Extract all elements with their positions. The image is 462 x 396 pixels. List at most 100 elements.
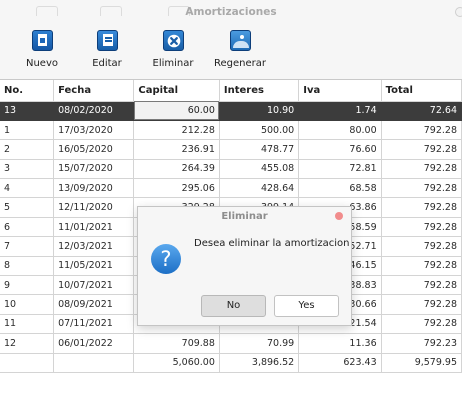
cell-no: 4	[0, 178, 55, 199]
table-row[interactable]: 3 15/07/2020 264.39 455.08 72.81 792.28	[0, 159, 462, 180]
cell-total: 792.28	[381, 236, 462, 257]
edit-document-icon	[96, 30, 118, 51]
cell-iva: 1.74	[298, 101, 382, 121]
delete-button-label: Eliminar	[152, 58, 194, 69]
total-cell-interes: 3,896.52	[219, 353, 300, 373]
cell-no: 11	[0, 314, 55, 335]
dialog-title: Eliminar	[221, 211, 268, 222]
cell-interes: 478.77	[219, 139, 300, 160]
cell-interes: 10.90	[219, 101, 300, 121]
cell-capital: 264.39	[133, 159, 220, 180]
regenerate-button-label: Regenerar	[214, 58, 266, 69]
cell-fecha: 07/11/2021	[53, 314, 135, 335]
total-cell-capital: 5,060.00	[133, 353, 220, 373]
cell-capital: 295.06	[133, 178, 220, 199]
cell-total: 792.28	[381, 256, 462, 277]
confirm-delete-dialog: Eliminar ? Desea eliminar la amortizacio…	[137, 206, 352, 326]
question-icon: ?	[151, 244, 181, 274]
column-header-iva[interactable]: Iva	[298, 80, 382, 102]
total-cell-no	[0, 353, 55, 373]
cell-no: 10	[0, 294, 55, 315]
cell-capital: 709.88	[133, 333, 220, 354]
cell-fecha: 15/07/2020	[53, 159, 135, 180]
cell-capital: 60.00	[133, 101, 220, 121]
cell-total: 72.64	[381, 101, 462, 121]
cell-iva: 11.36	[298, 333, 382, 354]
cell-fecha: 16/05/2020	[53, 139, 135, 160]
cell-fecha: 17/03/2020	[53, 120, 135, 141]
total-cell-iva: 623.43	[298, 353, 382, 373]
table-header-row: No. Fecha Capital Interes Iva Total	[0, 80, 462, 102]
table-row[interactable]: 12 06/01/2022 709.88 70.99 11.36 792.23	[0, 333, 462, 354]
cell-fecha: 10/07/2021	[53, 275, 135, 296]
cell-no: 7	[0, 236, 55, 257]
column-header-fecha[interactable]: Fecha	[53, 80, 135, 102]
edit-button-label: Editar	[92, 58, 122, 69]
cell-no: 13	[0, 101, 55, 121]
cell-iva: 80.00	[298, 120, 382, 141]
svg-text:?: ?	[160, 247, 171, 271]
column-header-interes[interactable]: Interes	[219, 80, 300, 102]
window-title: Amortizaciones	[185, 6, 277, 18]
cell-interes: 500.00	[219, 120, 300, 141]
window-titlebar: Amortizaciones	[0, 0, 462, 24]
cell-fecha: 13/09/2020	[53, 178, 135, 199]
toolbar: Nuevo Editar Eliminar Regenerar	[0, 24, 462, 80]
cell-total: 792.28	[381, 120, 462, 141]
cell-total: 792.28	[381, 197, 462, 218]
edit-button[interactable]: Editar	[87, 30, 127, 76]
cell-fecha: 06/01/2022	[53, 333, 135, 354]
cell-fecha: 12/03/2021	[53, 236, 135, 257]
regenerate-button[interactable]: Regenerar	[214, 30, 266, 76]
column-header-capital[interactable]: Capital	[133, 80, 220, 102]
cell-fecha: 08/09/2021	[53, 294, 135, 315]
cell-no: 8	[0, 256, 55, 277]
cell-iva: 76.60	[298, 139, 382, 160]
cell-total: 792.23	[381, 333, 462, 354]
table-row[interactable]: 13 08/02/2020 60.00 10.90 1.74 72.64	[0, 101, 462, 121]
yes-button[interactable]: Yes	[274, 295, 339, 317]
table-row[interactable]: 1 17/03/2020 212.28 500.00 80.00 792.28	[0, 120, 462, 141]
cell-no: 2	[0, 139, 55, 160]
regenerate-icon	[229, 30, 251, 51]
cell-no: 9	[0, 275, 55, 296]
cell-interes: 70.99	[219, 333, 300, 354]
cell-total: 792.28	[381, 178, 462, 199]
table-row[interactable]: 2 16/05/2020 236.91 478.77 76.60 792.28	[0, 139, 462, 160]
total-cell-fecha	[53, 353, 135, 373]
cell-total: 792.28	[381, 159, 462, 180]
cell-total: 792.28	[381, 139, 462, 160]
cell-iva: 68.58	[298, 178, 382, 199]
window-close-icon[interactable]	[455, 7, 462, 17]
cell-interes: 428.64	[219, 178, 300, 199]
delete-icon	[162, 30, 184, 51]
cell-total: 792.28	[381, 217, 462, 238]
cell-total: 792.28	[381, 275, 462, 296]
new-document-icon	[31, 30, 53, 51]
new-button[interactable]: Nuevo	[22, 30, 62, 76]
cell-no: 12	[0, 333, 55, 354]
total-cell-total: 9,579.95	[381, 353, 462, 373]
cell-iva: 72.81	[298, 159, 382, 180]
column-header-total[interactable]: Total	[381, 80, 462, 102]
cell-no: 5	[0, 197, 55, 218]
cell-total: 792.28	[381, 294, 462, 315]
totals-row: 5,060.00 3,896.52 623.43 9,579.95	[0, 353, 462, 373]
cell-fecha: 08/02/2020	[53, 101, 135, 121]
delete-button[interactable]: Eliminar	[150, 30, 196, 76]
table-row[interactable]: 4 13/09/2020 295.06 428.64 68.58 792.28	[0, 178, 462, 199]
new-button-label: Nuevo	[25, 58, 58, 69]
cell-no: 6	[0, 217, 55, 238]
cell-no: 3	[0, 159, 55, 180]
cell-capital: 236.91	[133, 139, 220, 160]
cell-no: 1	[0, 120, 55, 141]
cell-interes: 455.08	[219, 159, 300, 180]
cell-fecha: 12/11/2020	[53, 197, 135, 218]
cell-fecha: 11/05/2021	[53, 256, 135, 277]
cell-fecha: 11/01/2021	[53, 217, 135, 238]
column-header-no[interactable]: No.	[0, 80, 55, 102]
no-button[interactable]: No	[201, 295, 266, 317]
cell-capital: 212.28	[133, 120, 220, 141]
cell-total: 792.28	[381, 314, 462, 335]
dialog-close-icon[interactable]	[335, 212, 343, 220]
